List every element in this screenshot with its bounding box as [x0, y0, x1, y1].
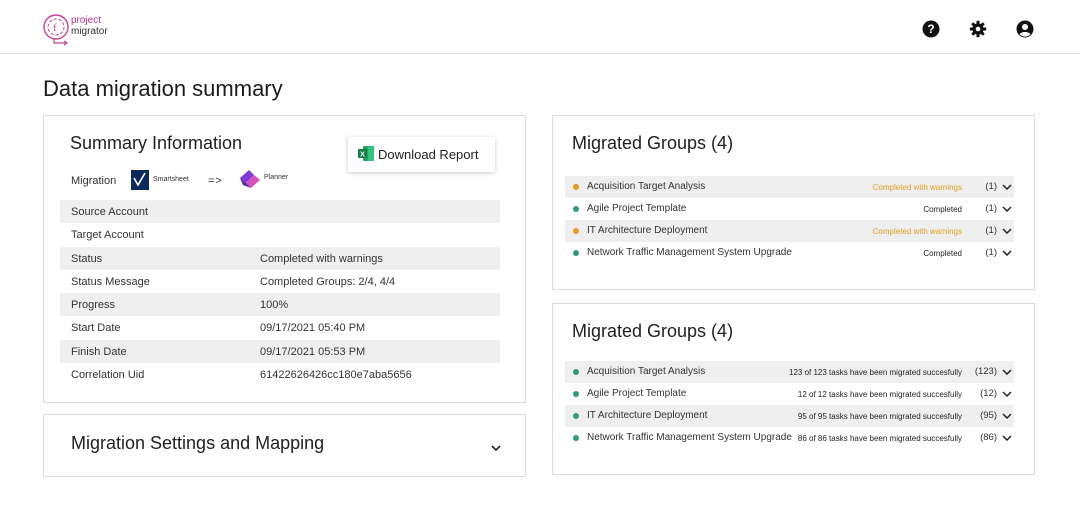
- migrated-groups-tasks-title: Migrated Groups (4): [572, 321, 734, 341]
- chevron-down-icon[interactable]: [491, 445, 501, 451]
- help-icon[interactable]: ?: [922, 20, 940, 38]
- logo-text-line2: migrator: [71, 26, 108, 37]
- chevron-down-icon[interactable]: [1002, 228, 1012, 234]
- group-row[interactable]: IT Architecture Deployment Completed wit…: [565, 220, 1014, 242]
- smartsheet-logo-icon: [131, 170, 149, 190]
- summary-row-target-account: Target Account: [71, 229, 144, 242]
- svg-text:X: X: [360, 149, 365, 158]
- chevron-down-icon[interactable]: [1002, 435, 1012, 441]
- group-row[interactable]: Agile Project Template 12 of 12 tasks ha…: [565, 383, 1014, 405]
- chevron-down-icon[interactable]: [1002, 369, 1012, 375]
- success-status-dot: [573, 435, 579, 441]
- excel-icon: X: [358, 146, 374, 161]
- summary-table: Source Account Target Account Status Comp…: [60, 200, 500, 386]
- success-status-dot: [573, 413, 579, 419]
- migration-arrow: =>: [208, 175, 223, 187]
- planner-logo-icon: [240, 170, 260, 188]
- group-row[interactable]: Network Traffic Management System Upgrad…: [565, 242, 1014, 264]
- success-status-dot: [573, 206, 579, 212]
- summary-title: Summary Information: [70, 133, 243, 153]
- summary-row-source-account: Source Account: [60, 200, 500, 224]
- group-row[interactable]: Agile Project Template Completed (1): [565, 198, 1014, 220]
- migration-settings-title: Migration Settings and Mapping: [71, 433, 325, 453]
- summary-card: Summary Information Migration Smartsheet…: [43, 115, 526, 403]
- source-tool-name: Smartsheet: [153, 176, 189, 183]
- chevron-down-icon[interactable]: [1002, 250, 1012, 256]
- chevron-down-icon[interactable]: [1002, 184, 1012, 190]
- summary-row-finish-date: Finish Date 09/17/2021 05:53 PM: [60, 339, 500, 364]
- migration-settings-card[interactable]: Migration Settings and Mapping: [43, 414, 526, 477]
- app-logo[interactable]: f project migrator: [42, 12, 122, 46]
- svg-text:?: ?: [927, 22, 934, 36]
- migrated-groups-status-title: Migrated Groups (4): [572, 133, 734, 153]
- svg-text:f: f: [53, 22, 57, 34]
- download-report-label: Download Report: [378, 147, 479, 162]
- account-icon[interactable]: [1016, 20, 1034, 38]
- summary-row-start-date: Start Date 09/17/2021 05:40 PM: [71, 322, 366, 335]
- warning-status-dot: [573, 184, 579, 190]
- top-bar: f project migrator ?: [0, 0, 1080, 54]
- download-report-button[interactable]: X Download Report: [348, 137, 495, 172]
- chevron-down-icon[interactable]: [1002, 413, 1012, 419]
- success-status-dot: [573, 250, 579, 256]
- group-row[interactable]: Acquisition Target Analysis 123 of 123 t…: [565, 361, 1014, 383]
- summary-row-status: Status Completed with warnings: [60, 246, 500, 270]
- chevron-down-icon[interactable]: [1002, 206, 1012, 212]
- logo-text-line1: project: [71, 15, 102, 26]
- success-status-dot: [573, 369, 579, 375]
- summary-row-correlation-uid: Correlation Uid 61422626426cc180e7aba5656: [71, 369, 412, 382]
- settings-icon[interactable]: [969, 20, 987, 38]
- project-migrator-logo-icon: f: [43, 14, 69, 46]
- group-row[interactable]: Acquisition Target Analysis Completed wi…: [565, 176, 1014, 198]
- migrated-groups-status-card: Migrated Groups (4) Acquisition Target A…: [552, 115, 1035, 290]
- page-title: Data migration summary: [43, 76, 283, 101]
- success-status-dot: [573, 391, 579, 397]
- target-tool-name: Planner: [264, 174, 289, 181]
- groups-tasks-list: Acquisition Target Analysis 123 of 123 t…: [565, 361, 1014, 449]
- groups-status-list: Acquisition Target Analysis Completed wi…: [565, 176, 1014, 264]
- group-row[interactable]: IT Architecture Deployment 95 of 95 task…: [565, 405, 1014, 427]
- summary-row-status-message: Status Message Completed Groups: 2/4, 4/4: [71, 275, 396, 288]
- migration-label: Migration: [71, 175, 117, 187]
- group-row[interactable]: Network Traffic Management System Upgrad…: [565, 427, 1014, 449]
- summary-row-progress: Progress 100%: [60, 293, 500, 317]
- migrated-groups-tasks-card: Migrated Groups (4) Acquisition Target A…: [552, 303, 1035, 475]
- chevron-down-icon[interactable]: [1002, 391, 1012, 397]
- warning-status-dot: [573, 228, 579, 234]
